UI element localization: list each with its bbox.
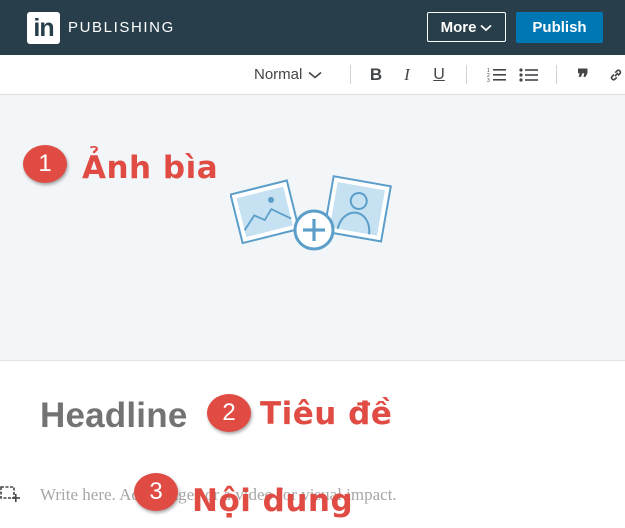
more-button[interactable]: More — [427, 12, 506, 42]
publish-button[interactable]: Publish — [516, 12, 603, 43]
chevron-down-icon — [308, 71, 322, 79]
annotation-label-body: Nội dung — [192, 483, 354, 519]
toolbar-divider — [556, 65, 557, 84]
quote-button[interactable]: ❞ — [573, 55, 593, 94]
bulleted-list-icon — [519, 67, 538, 82]
insert-media-icon[interactable] — [0, 484, 22, 504]
paragraph-style-value: Normal — [254, 66, 303, 83]
chevron-down-icon — [480, 24, 493, 31]
top-nav-bar: in PUBLISHING More Publish — [0, 0, 625, 55]
underline-button[interactable]: U — [429, 55, 449, 94]
svg-text:3: 3 — [487, 78, 490, 83]
formatting-toolbar: Normal B I U 1 2 3 ❞ — [0, 55, 625, 95]
add-cover-image-icon — [230, 175, 392, 251]
cover-image-area[interactable] — [0, 95, 625, 361]
link-button[interactable] — [606, 55, 625, 94]
bold-button[interactable]: B — [366, 55, 386, 94]
toolbar-divider — [350, 65, 351, 84]
annotation-label-headline: Tiêu đề — [260, 396, 393, 432]
annotation-badge-3: 3 — [134, 473, 178, 511]
annotation-badge-2: 2 — [207, 394, 251, 432]
numbered-list-button[interactable]: 1 2 3 — [487, 55, 507, 94]
numbered-list-icon: 1 2 3 — [487, 68, 506, 83]
publishing-title: PUBLISHING — [68, 19, 175, 36]
bulleted-list-button[interactable] — [519, 55, 539, 94]
toolbar-divider — [466, 65, 467, 84]
headline-input[interactable]: Headline — [40, 396, 187, 436]
link-icon — [610, 69, 621, 80]
annotation-label-cover: Ảnh bìa — [82, 150, 219, 186]
annotation-badge-1: 1 — [23, 145, 67, 183]
italic-button[interactable]: I — [397, 55, 417, 94]
linkedin-logo[interactable]: in — [27, 12, 60, 44]
more-button-label: More — [440, 18, 477, 36]
paragraph-style-select[interactable]: Normal — [254, 55, 322, 94]
